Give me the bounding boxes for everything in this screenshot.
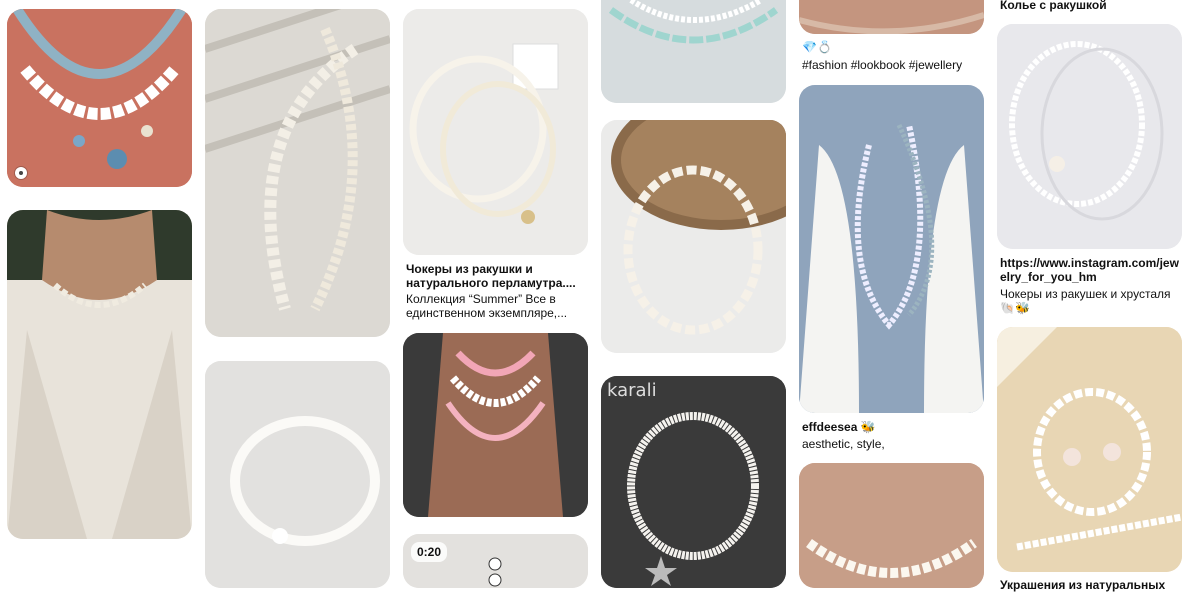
pin-card[interactable] — [799, 85, 984, 413]
pin-card[interactable] — [799, 463, 984, 588]
pin-image — [997, 24, 1182, 249]
pin-card[interactable] — [205, 361, 390, 588]
pin-image — [601, 0, 786, 103]
pin-image — [601, 120, 786, 353]
pin-image — [997, 327, 1182, 572]
brand-watermark: karali — [607, 380, 657, 401]
pin-card[interactable] — [205, 9, 390, 337]
pin-image — [601, 376, 786, 588]
pin-card[interactable] — [601, 120, 786, 353]
pin-image — [799, 463, 984, 588]
pin-image — [403, 333, 588, 517]
pin-image — [205, 9, 390, 337]
pin-card[interactable] — [7, 210, 192, 539]
pin-description: aesthetic, style, — [802, 437, 885, 451]
video-duration-badge: 0:20 — [411, 542, 448, 562]
pin-card[interactable] — [403, 333, 588, 517]
pin-card[interactable]: karali — [601, 376, 786, 588]
pin-description: #fashion #lookbook #jewellery — [802, 58, 963, 72]
pin-title[interactable]: https://www.instagram.com/jewelry_for_yo… — [1000, 256, 1182, 284]
pin-description: Чокеры из ракушек и хрусталя 🐚🐝 — [1000, 287, 1171, 315]
pin-card[interactable] — [601, 0, 786, 103]
pin-title[interactable]: Украшения из натуральных — [1000, 578, 1165, 592]
pin-card[interactable] — [997, 327, 1182, 572]
pin-card[interactable]: 0:20 — [403, 534, 588, 588]
pin-image — [7, 210, 192, 539]
pin-title[interactable]: effdeesea 🐝 — [802, 420, 876, 434]
pin-card[interactable] — [403, 9, 588, 255]
pin-image — [403, 9, 588, 255]
pin-description: Коллекция “Summer” Все в единственном эк… — [406, 292, 568, 320]
pin-image — [205, 361, 390, 588]
carousel-indicator — [15, 167, 27, 179]
pin-image — [7, 9, 192, 187]
pin-card[interactable] — [997, 24, 1182, 249]
pin-image — [799, 85, 984, 413]
pin-image — [799, 0, 984, 34]
pin-card[interactable] — [799, 0, 984, 34]
pin-title[interactable]: Чокеры из ракушки и натурального перламу… — [406, 262, 586, 290]
pin-title[interactable]: Колье с ракушкой — [1000, 0, 1107, 12]
pin-card[interactable] — [7, 9, 192, 187]
pin-emojis: 💎💍 — [802, 40, 832, 54]
